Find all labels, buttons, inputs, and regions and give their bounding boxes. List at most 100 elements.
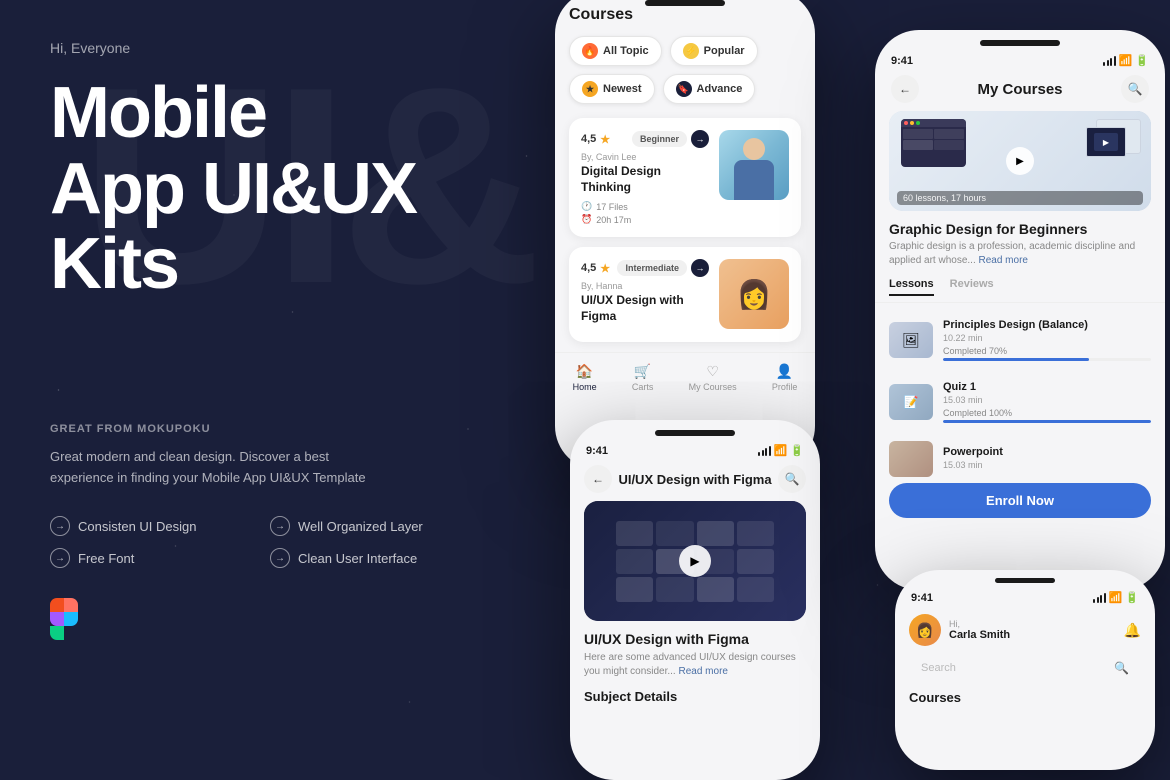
battery-icon: 🔋 xyxy=(1135,54,1149,67)
lesson-item-1: 🖼 Principles Design (Balance) 10.22 min … xyxy=(875,311,1165,369)
battery-icon-3: 🔋 xyxy=(790,444,804,457)
profile-icon: 👤 xyxy=(776,363,793,380)
phone3-title: UI/UX Design with Figma xyxy=(618,472,771,487)
play-button-phone3[interactable]: ▶ xyxy=(679,545,711,577)
filter-pills: 🔥 All Topic ⚡ Popular ★ Newest 🔖 Advance xyxy=(569,36,801,104)
progress-bar-bg-2 xyxy=(943,420,1151,423)
feature-font: → Free Font xyxy=(50,548,250,568)
arrow-icon-2: → xyxy=(270,516,290,536)
status-icons-4: 📶 🔋 xyxy=(1093,591,1139,604)
arrow-btn-1[interactable]: → xyxy=(691,130,709,148)
search-button-2[interactable]: 🔍 xyxy=(1121,75,1149,103)
status-time-4: 9:41 xyxy=(911,592,933,604)
wifi-icon-4: 📶 xyxy=(1109,591,1123,604)
status-bar-2: 9:41 📶 🔋 xyxy=(875,46,1165,71)
left-panel: Hi, Everyone Mobile App UI&UX Kits GREAT… xyxy=(0,0,520,780)
search-icon-4[interactable]: 🔍 xyxy=(1114,661,1129,675)
tab-reviews[interactable]: Reviews xyxy=(950,278,994,296)
course-duration-1: ⏰20h 17m xyxy=(581,214,709,225)
search-button-3[interactable]: 🔍 xyxy=(778,465,806,493)
pill-all-topic[interactable]: 🔥 All Topic xyxy=(569,36,662,66)
my-courses-title: My Courses xyxy=(977,81,1062,98)
phone-profile-search: 9:41 📶 🔋 👩 Hi, Carla Smith 🔔 Search 🔍 Co… xyxy=(895,570,1155,770)
pill-advance[interactable]: 🔖 Advance xyxy=(663,74,756,104)
popular-icon: ⚡ xyxy=(683,43,699,59)
profile-greeting: Hi, xyxy=(949,619,1010,629)
feature-label-3: Free Font xyxy=(78,551,134,566)
powerpoint-thumb xyxy=(889,441,933,477)
course-by-2: By, Hanna xyxy=(581,281,709,291)
read-more-link-2[interactable]: Read more xyxy=(979,255,1028,266)
hero-monitor: ▶ xyxy=(1086,119,1141,164)
main-title: Mobile App UI&UX Kits xyxy=(50,76,470,303)
signal-icon-3 xyxy=(758,446,771,456)
nav-my-courses[interactable]: ♡ My Courses xyxy=(689,363,737,392)
rating-value-2: 4,5 xyxy=(581,262,596,274)
lesson-duration-2: 15.03 min xyxy=(943,395,1151,405)
feature-clean: → Clean User Interface xyxy=(270,548,470,568)
nav-profile[interactable]: 👤 Profile xyxy=(772,363,798,392)
status-bar-4: 9:41 📶 🔋 xyxy=(895,583,1155,608)
lesson-name-1: Principles Design (Balance) xyxy=(943,319,1151,331)
lesson-name-2: Quiz 1 xyxy=(943,381,1151,393)
features-grid: → Consisten UI Design → Well Organized L… xyxy=(50,516,470,568)
progress-bar-bg-1 xyxy=(943,358,1151,361)
arrow-icon-4: → xyxy=(270,548,290,568)
nav-home[interactable]: 🏠 Home xyxy=(573,363,597,392)
advance-icon: 🔖 xyxy=(676,81,692,97)
course-thumb-1 xyxy=(719,130,789,200)
status-bar-3: 9:41 📶 🔋 xyxy=(570,436,820,461)
level-badge-1: Beginner xyxy=(632,131,687,147)
phone-uiux-design: 9:41 📶 🔋 ← UI/UX Design with Figma 🔍 xyxy=(570,420,820,780)
description-text: Great modern and clean design. Discover … xyxy=(50,447,370,489)
pill-newest[interactable]: ★ Newest xyxy=(569,74,655,104)
tab-lessons[interactable]: Lessons xyxy=(889,278,934,296)
arrow-btn-2[interactable]: → xyxy=(691,259,709,277)
courses-heading: Courses xyxy=(569,6,801,24)
courses-icon: ♡ xyxy=(706,363,719,380)
play-button-hero[interactable]: ▶ xyxy=(1006,147,1034,175)
graphic-design-desc: Graphic design is a profession, academic… xyxy=(875,240,1165,268)
search-placeholder-text: Search xyxy=(921,662,1108,674)
lesson-item-2: 📝 Quiz 1 15.03 min Completed 100% xyxy=(875,373,1165,431)
star-icon-2: ★ xyxy=(600,262,610,275)
star-icon-1: ★ xyxy=(600,133,610,146)
user-avatar: 👩 xyxy=(909,614,941,646)
phone3-subtitle: Subject Details xyxy=(570,683,820,704)
lesson-duration-1: 10.22 min xyxy=(943,333,1151,343)
course-by-1: By, Cavin Lee xyxy=(581,152,709,162)
graphic-design-title: Graphic Design for Beginners xyxy=(875,221,1165,237)
enroll-now-button[interactable]: Enroll Now xyxy=(889,483,1151,518)
hero-screen xyxy=(901,119,966,167)
back-button-2[interactable]: ← xyxy=(891,75,919,103)
nav-carts[interactable]: 🛒 Carts xyxy=(632,363,654,392)
phone2-header: ← My Courses 🔍 xyxy=(875,71,1165,111)
phone4-search-bar[interactable]: Search 🔍 xyxy=(909,654,1141,682)
phone3-course-desc: Here are some advanced UI/UX design cour… xyxy=(570,651,820,679)
feature-label-2: Well Organized Layer xyxy=(298,519,423,534)
status-icons-2: 📶 🔋 xyxy=(1103,54,1149,67)
lesson-info-2: Quiz 1 15.03 min Completed 100% xyxy=(943,381,1151,423)
phone3-course-title: UI/UX Design with Figma xyxy=(570,631,820,647)
progress-text-1: Completed 70% xyxy=(943,346,1151,356)
wifi-icon: 📶 xyxy=(1119,54,1133,67)
bottom-nav: 🏠 Home 🛒 Carts ♡ My Courses 👤 Profile xyxy=(555,352,815,397)
course-thumb-2: 👩 xyxy=(719,259,789,329)
notification-bell-icon[interactable]: 🔔 xyxy=(1124,622,1141,639)
arrow-icon-3: → xyxy=(50,548,70,568)
back-button-3[interactable]: ← xyxy=(584,465,612,493)
wifi-icon-3: 📶 xyxy=(774,444,788,457)
arrow-icon-1: → xyxy=(50,516,70,536)
flame-icon: 🔥 xyxy=(582,43,598,59)
read-more-link-3[interactable]: Read more xyxy=(679,666,728,677)
course-card-1: 4,5 ★ Beginner → By, Cavin Lee Digital D… xyxy=(569,118,801,237)
progress-text-2: Completed 100% xyxy=(943,408,1151,418)
profile-name: Carla Smith xyxy=(949,629,1010,641)
profile-info: 👩 Hi, Carla Smith xyxy=(909,614,1010,646)
pill-popular[interactable]: ⚡ Popular xyxy=(670,36,758,66)
feature-consisten: → Consisten UI Design xyxy=(50,516,250,536)
course-name-2: UI/UX Design with Figma xyxy=(581,293,709,324)
phone3-hero-image: ▶ xyxy=(584,501,806,621)
powerpoint-section: Powerpoint 15.03 min Enroll Now xyxy=(875,435,1165,524)
powerpoint-duration: 15.03 min xyxy=(943,460,1003,470)
